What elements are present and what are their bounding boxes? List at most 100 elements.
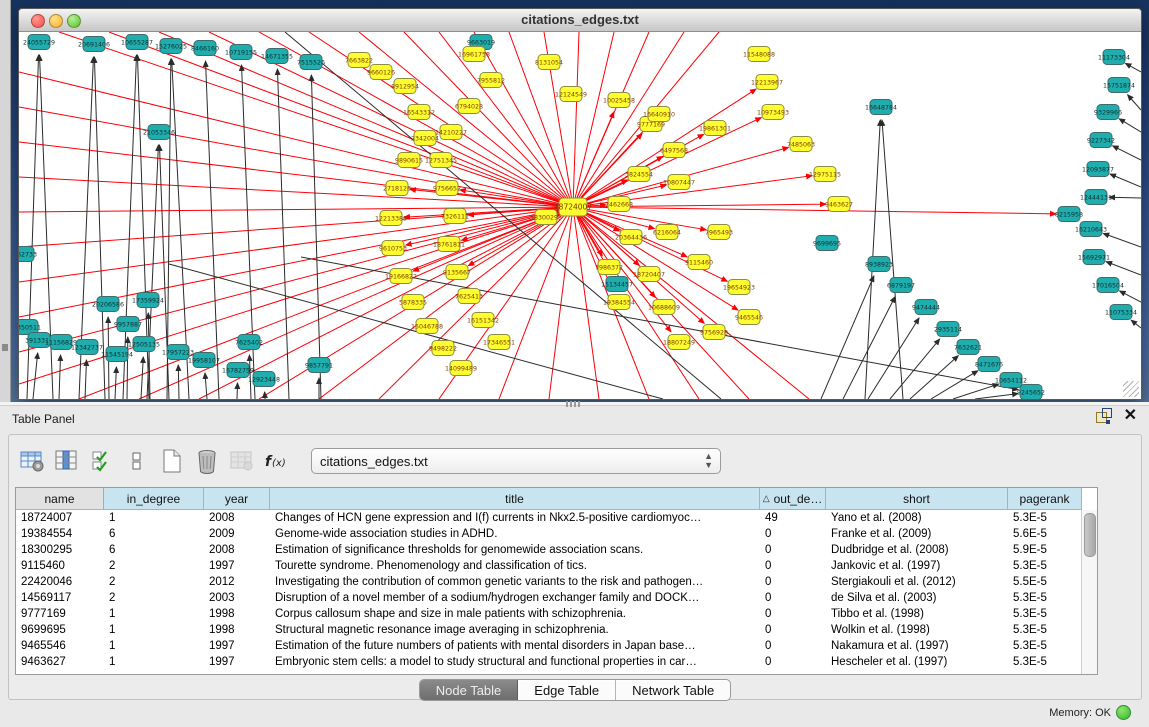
network-view-window[interactable]: citations_edges.txt 24055729206914061065… xyxy=(18,8,1142,400)
graph-node[interactable]: 16543312 xyxy=(403,105,435,120)
table-cell[interactable]: 9465546 xyxy=(16,638,104,654)
graph-node[interactable]: 12505135 xyxy=(128,337,160,352)
table-cell[interactable]: 5.3E-5 xyxy=(1008,622,1082,638)
table-cell[interactable]: 1998 xyxy=(204,606,270,622)
graph-edge[interactable] xyxy=(277,69,289,399)
graph-node[interactable]: 14099489 xyxy=(445,361,477,376)
row-merge-icon[interactable] xyxy=(122,447,152,475)
table-cell[interactable]: 2003 xyxy=(204,590,270,606)
graph-node[interactable]: 10973493 xyxy=(757,105,789,120)
graph-node[interactable]: 9465546 xyxy=(735,310,763,325)
table-cell[interactable]: 1 xyxy=(104,654,204,670)
graph-edge[interactable] xyxy=(975,394,1018,399)
graph-node[interactable]: 3824554 xyxy=(625,167,653,182)
graph-node[interactable]: 8466160 xyxy=(191,41,219,56)
table-cell[interactable]: 9777169 xyxy=(16,606,104,622)
graph-node[interactable]: 6216064 xyxy=(653,225,681,240)
graph-node[interactable]: 12213967 xyxy=(751,75,783,90)
graph-node[interactable]: 12751345 xyxy=(425,153,457,168)
graph-edge[interactable] xyxy=(1109,197,1141,198)
graph-edge[interactable] xyxy=(19,207,573,352)
graph-edge[interactable] xyxy=(1128,95,1141,110)
graph-edge[interactable] xyxy=(139,207,573,399)
table-cell[interactable]: Franke et al. (2009) xyxy=(826,526,1008,542)
table-row[interactable]: 1872400712008Changes of HCN gene express… xyxy=(16,510,1082,526)
graph-edge[interactable] xyxy=(1119,119,1141,132)
table-row[interactable]: 969969511998Structural magnetic resonanc… xyxy=(16,622,1082,638)
new-table-icon[interactable] xyxy=(157,447,187,475)
graph-edge[interactable] xyxy=(573,112,614,207)
graph-node[interactable]: 9756652 xyxy=(433,181,461,196)
column-header-in_degree[interactable]: in_degree xyxy=(104,488,204,510)
vertical-scrollbar[interactable] xyxy=(1081,510,1097,674)
table-cell[interactable]: Corpus callosum shape and size in male p… xyxy=(270,606,760,622)
graph-node[interactable]: 15751874 xyxy=(1103,78,1135,93)
graph-node[interactable]: 5878335 xyxy=(399,295,427,310)
graph-node[interactable]: 8471676 xyxy=(975,357,1003,372)
column-header-year[interactable]: year xyxy=(204,488,270,510)
tab-edge-table[interactable]: Edge Table xyxy=(518,680,616,700)
table-cell[interactable]: 2 xyxy=(104,574,204,590)
table-row[interactable]: 946362711997Embryonic stem cells: a mode… xyxy=(16,654,1082,670)
memory-ok-indicator-icon[interactable] xyxy=(1116,705,1131,720)
table-cell[interactable]: 0 xyxy=(760,638,826,654)
graph-edge[interactable] xyxy=(147,145,158,399)
graph-node[interactable]: 18724007 xyxy=(554,198,592,216)
table-cell[interactable]: 5.3E-5 xyxy=(1008,558,1082,574)
column-header-out_de[interactable]: △out_de… xyxy=(760,488,826,510)
graph-edge[interactable] xyxy=(499,207,573,399)
graph-node[interactable]: 19166822 xyxy=(385,269,417,284)
table-cell[interactable]: Changes of HCN gene expression and I(f) … xyxy=(270,510,760,526)
table-cell[interactable]: 0 xyxy=(760,654,826,670)
table-row[interactable]: 911546021997Tourette syndrome. Phenomeno… xyxy=(16,558,1082,574)
table-cell[interactable]: 9115460 xyxy=(16,558,104,574)
table-cell[interactable]: Tibbo et al. (1998) xyxy=(826,606,1008,622)
network-table-select[interactable]: citations_edges.txt ▲▼ xyxy=(311,448,721,474)
table-cell[interactable]: 0 xyxy=(760,526,826,542)
graph-node[interactable]: 7625413 xyxy=(455,289,483,304)
graph-node[interactable]: 10807447 xyxy=(663,175,695,190)
graph-node[interactable]: 12975115 xyxy=(809,167,841,182)
table-cell[interactable]: 5.3E-5 xyxy=(1008,590,1082,606)
graph-edge[interactable] xyxy=(206,61,219,399)
graph-edge[interactable] xyxy=(573,32,579,207)
float-window-icon[interactable] xyxy=(1096,408,1112,424)
graph-node[interactable]: 8912954 xyxy=(391,79,419,94)
tab-network-table[interactable]: Network Table xyxy=(616,680,730,700)
table-cell[interactable]: 5.3E-5 xyxy=(1008,606,1082,622)
graph-node[interactable]: 9498222 xyxy=(429,341,457,356)
table-row[interactable]: 946554611997Estimation of the future num… xyxy=(16,638,1082,654)
table-cell[interactable]: 5.3E-5 xyxy=(1008,638,1082,654)
graph-node[interactable]: 10719155 xyxy=(225,45,257,60)
graph-node[interactable]: 19384554 xyxy=(603,295,635,310)
table-cell[interactable]: 6 xyxy=(104,542,204,558)
graph-node[interactable]: 10025458 xyxy=(603,93,635,108)
table-cell[interactable]: 1997 xyxy=(204,654,270,670)
table-cell[interactable]: 2008 xyxy=(204,542,270,558)
graph-node[interactable]: 14671355 xyxy=(261,49,293,64)
graph-edge[interactable] xyxy=(141,357,143,399)
graph-node[interactable]: 11173304 xyxy=(1098,50,1130,65)
table-cell[interactable]: Yano et al. (2008) xyxy=(826,510,1008,526)
table-cell[interactable]: 2 xyxy=(104,558,204,574)
graph-edge[interactable] xyxy=(19,207,573,212)
table-cell[interactable]: Stergiakouli et al. (2012) xyxy=(826,574,1008,590)
network-window-titlebar[interactable]: citations_edges.txt xyxy=(19,9,1141,32)
table-cell[interactable]: 1 xyxy=(104,510,204,526)
table-cell[interactable]: 0 xyxy=(760,558,826,574)
graph-edge[interactable] xyxy=(19,207,573,282)
graph-node[interactable]: 7326111 xyxy=(441,209,469,224)
graph-node[interactable]: 9245652 xyxy=(1017,385,1045,400)
table-cell[interactable]: 1 xyxy=(104,622,204,638)
graph-edge[interactable] xyxy=(573,32,614,207)
table-cell[interactable]: 1 xyxy=(104,606,204,622)
table-cell[interactable]: 5.5E-5 xyxy=(1008,574,1082,590)
function-builder-icon[interactable]: f(x) xyxy=(262,447,292,475)
graph-node[interactable]: 10688609 xyxy=(648,300,680,315)
graph-node[interactable]: 9857791 xyxy=(305,358,333,373)
table-cell[interactable]: Jankovic et al. (1997) xyxy=(826,558,1008,574)
graph-node[interactable]: 14210227 xyxy=(435,125,467,140)
graph-node[interactable]: 16210643 xyxy=(1075,222,1107,237)
column-header-name[interactable]: name xyxy=(16,488,104,510)
graph-node[interactable]: 6794028 xyxy=(455,99,483,114)
